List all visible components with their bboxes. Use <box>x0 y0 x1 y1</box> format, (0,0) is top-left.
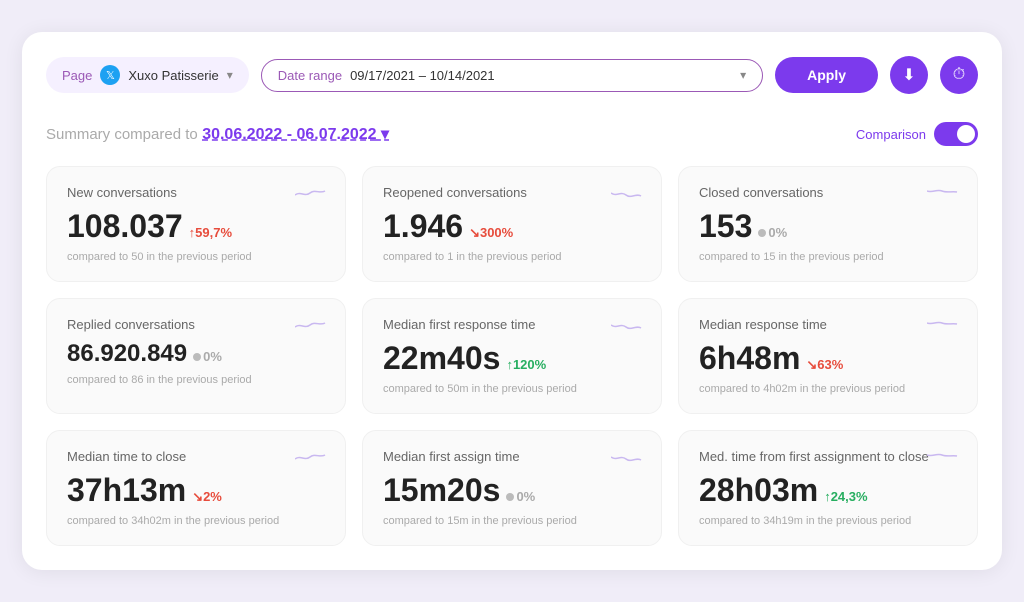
sparkline-icon <box>927 315 961 340</box>
clock-button[interactable]: ⏱ <box>940 56 978 94</box>
cards-grid: New conversations 108.037 ↑59,7% compare… <box>46 166 978 546</box>
apply-button[interactable]: Apply <box>775 57 878 93</box>
clock-icon: ⏱ <box>953 66 965 84</box>
stat-card: Median first response time 22m40s ↑120% … <box>362 298 662 414</box>
card-value: 15m20s 0% <box>383 472 641 509</box>
card-sub: compared to 4h02m in the previous period <box>699 383 957 395</box>
summary-title: Summary compared to 30.06.2022 - 06.07.2… <box>46 124 389 144</box>
card-title: Median first assign time <box>383 449 641 464</box>
page-name: Xuxo Patisserie <box>128 68 218 83</box>
card-title: Median response time <box>699 317 957 332</box>
comparison-toggle[interactable] <box>934 122 978 146</box>
date-value: 09/17/2021 – 10/14/2021 <box>350 68 495 83</box>
sparkline-icon <box>611 183 645 208</box>
main-container: Page 𝕏 Xuxo Patisserie ▾ Date range 09/1… <box>22 32 1002 570</box>
card-title: Reopened conversations <box>383 185 641 200</box>
card-title: Median first response time <box>383 317 641 332</box>
page-selector[interactable]: Page 𝕏 Xuxo Patisserie ▾ <box>46 57 249 93</box>
card-sub: compared to 15m in the previous period <box>383 515 641 527</box>
download-button[interactable]: ⬇ <box>890 56 928 94</box>
card-sub: compared to 86 in the previous period <box>67 374 325 386</box>
card-value: 108.037 ↑59,7% <box>67 208 325 245</box>
card-value: 86.920.849 0% <box>67 340 325 368</box>
badge: 0% <box>758 225 787 240</box>
badge: ↑120% <box>506 357 546 372</box>
card-title: Closed conversations <box>699 185 957 200</box>
comparison-section: Comparison <box>856 122 978 146</box>
sparkline-icon <box>295 315 329 340</box>
page-label: Page <box>62 68 92 83</box>
date-range-label: Date range <box>278 68 342 83</box>
stat-card: Med. time from first assignment to close… <box>678 430 978 546</box>
card-title: Replied conversations <box>67 317 325 332</box>
sparkline-icon <box>611 447 645 472</box>
card-value: 6h48m ↘63% <box>699 340 957 377</box>
twitter-icon: 𝕏 <box>100 65 120 85</box>
chevron-down-icon: ▾ <box>227 68 233 82</box>
card-value: 28h03m ↑24,3% <box>699 472 957 509</box>
card-value: 37h13m ↘2% <box>67 472 325 509</box>
card-title: Med. time from first assignment to close <box>699 449 957 464</box>
stat-card: Replied conversations 86.920.849 0% comp… <box>46 298 346 414</box>
card-title: New conversations <box>67 185 325 200</box>
download-icon: ⬇ <box>902 65 915 85</box>
comparison-label: Comparison <box>856 127 926 142</box>
sparkline-icon <box>611 315 645 340</box>
chevron-down-icon: ▾ <box>740 68 746 82</box>
date-range-selector[interactable]: Date range 09/17/2021 – 10/14/2021 ▾ <box>261 59 763 92</box>
badge: ↘2% <box>192 489 222 505</box>
card-sub: compared to 15 in the previous period <box>699 251 957 263</box>
sparkline-icon <box>295 183 329 208</box>
toolbar: Page 𝕏 Xuxo Patisserie ▾ Date range 09/1… <box>46 56 978 94</box>
card-sub: compared to 34h19m in the previous perio… <box>699 515 957 527</box>
card-sub: compared to 50m in the previous period <box>383 383 641 395</box>
card-sub: compared to 50 in the previous period <box>67 251 325 263</box>
stat-card: New conversations 108.037 ↑59,7% compare… <box>46 166 346 282</box>
stat-card: Median first assign time 15m20s 0% compa… <box>362 430 662 546</box>
badge: 0% <box>506 489 535 504</box>
badge: 0% <box>193 349 222 364</box>
stat-card: Median response time 6h48m ↘63% compared… <box>678 298 978 414</box>
summary-header: Summary compared to 30.06.2022 - 06.07.2… <box>46 122 978 146</box>
sparkline-icon <box>927 447 961 472</box>
badge: ↘300% <box>469 225 513 241</box>
card-sub: compared to 34h02m in the previous perio… <box>67 515 325 527</box>
sparkline-icon <box>927 183 961 208</box>
sparkline-icon <box>295 447 329 472</box>
summary-title-text: Summary compared to <box>46 126 198 143</box>
stat-card: Median time to close 37h13m ↘2% compared… <box>46 430 346 546</box>
card-value: 22m40s ↑120% <box>383 340 641 377</box>
summary-date[interactable]: 30.06.2022 - 06.07.2022 ▾ <box>202 126 389 143</box>
stat-card: Reopened conversations 1.946 ↘300% compa… <box>362 166 662 282</box>
badge: ↑24,3% <box>824 489 867 504</box>
card-value: 1.946 ↘300% <box>383 208 641 245</box>
card-title: Median time to close <box>67 449 325 464</box>
card-value: 153 0% <box>699 208 957 245</box>
stat-card: Closed conversations 153 0% compared to … <box>678 166 978 282</box>
card-sub: compared to 1 in the previous period <box>383 251 641 263</box>
badge: ↑59,7% <box>189 225 232 240</box>
badge: ↘63% <box>806 357 843 373</box>
